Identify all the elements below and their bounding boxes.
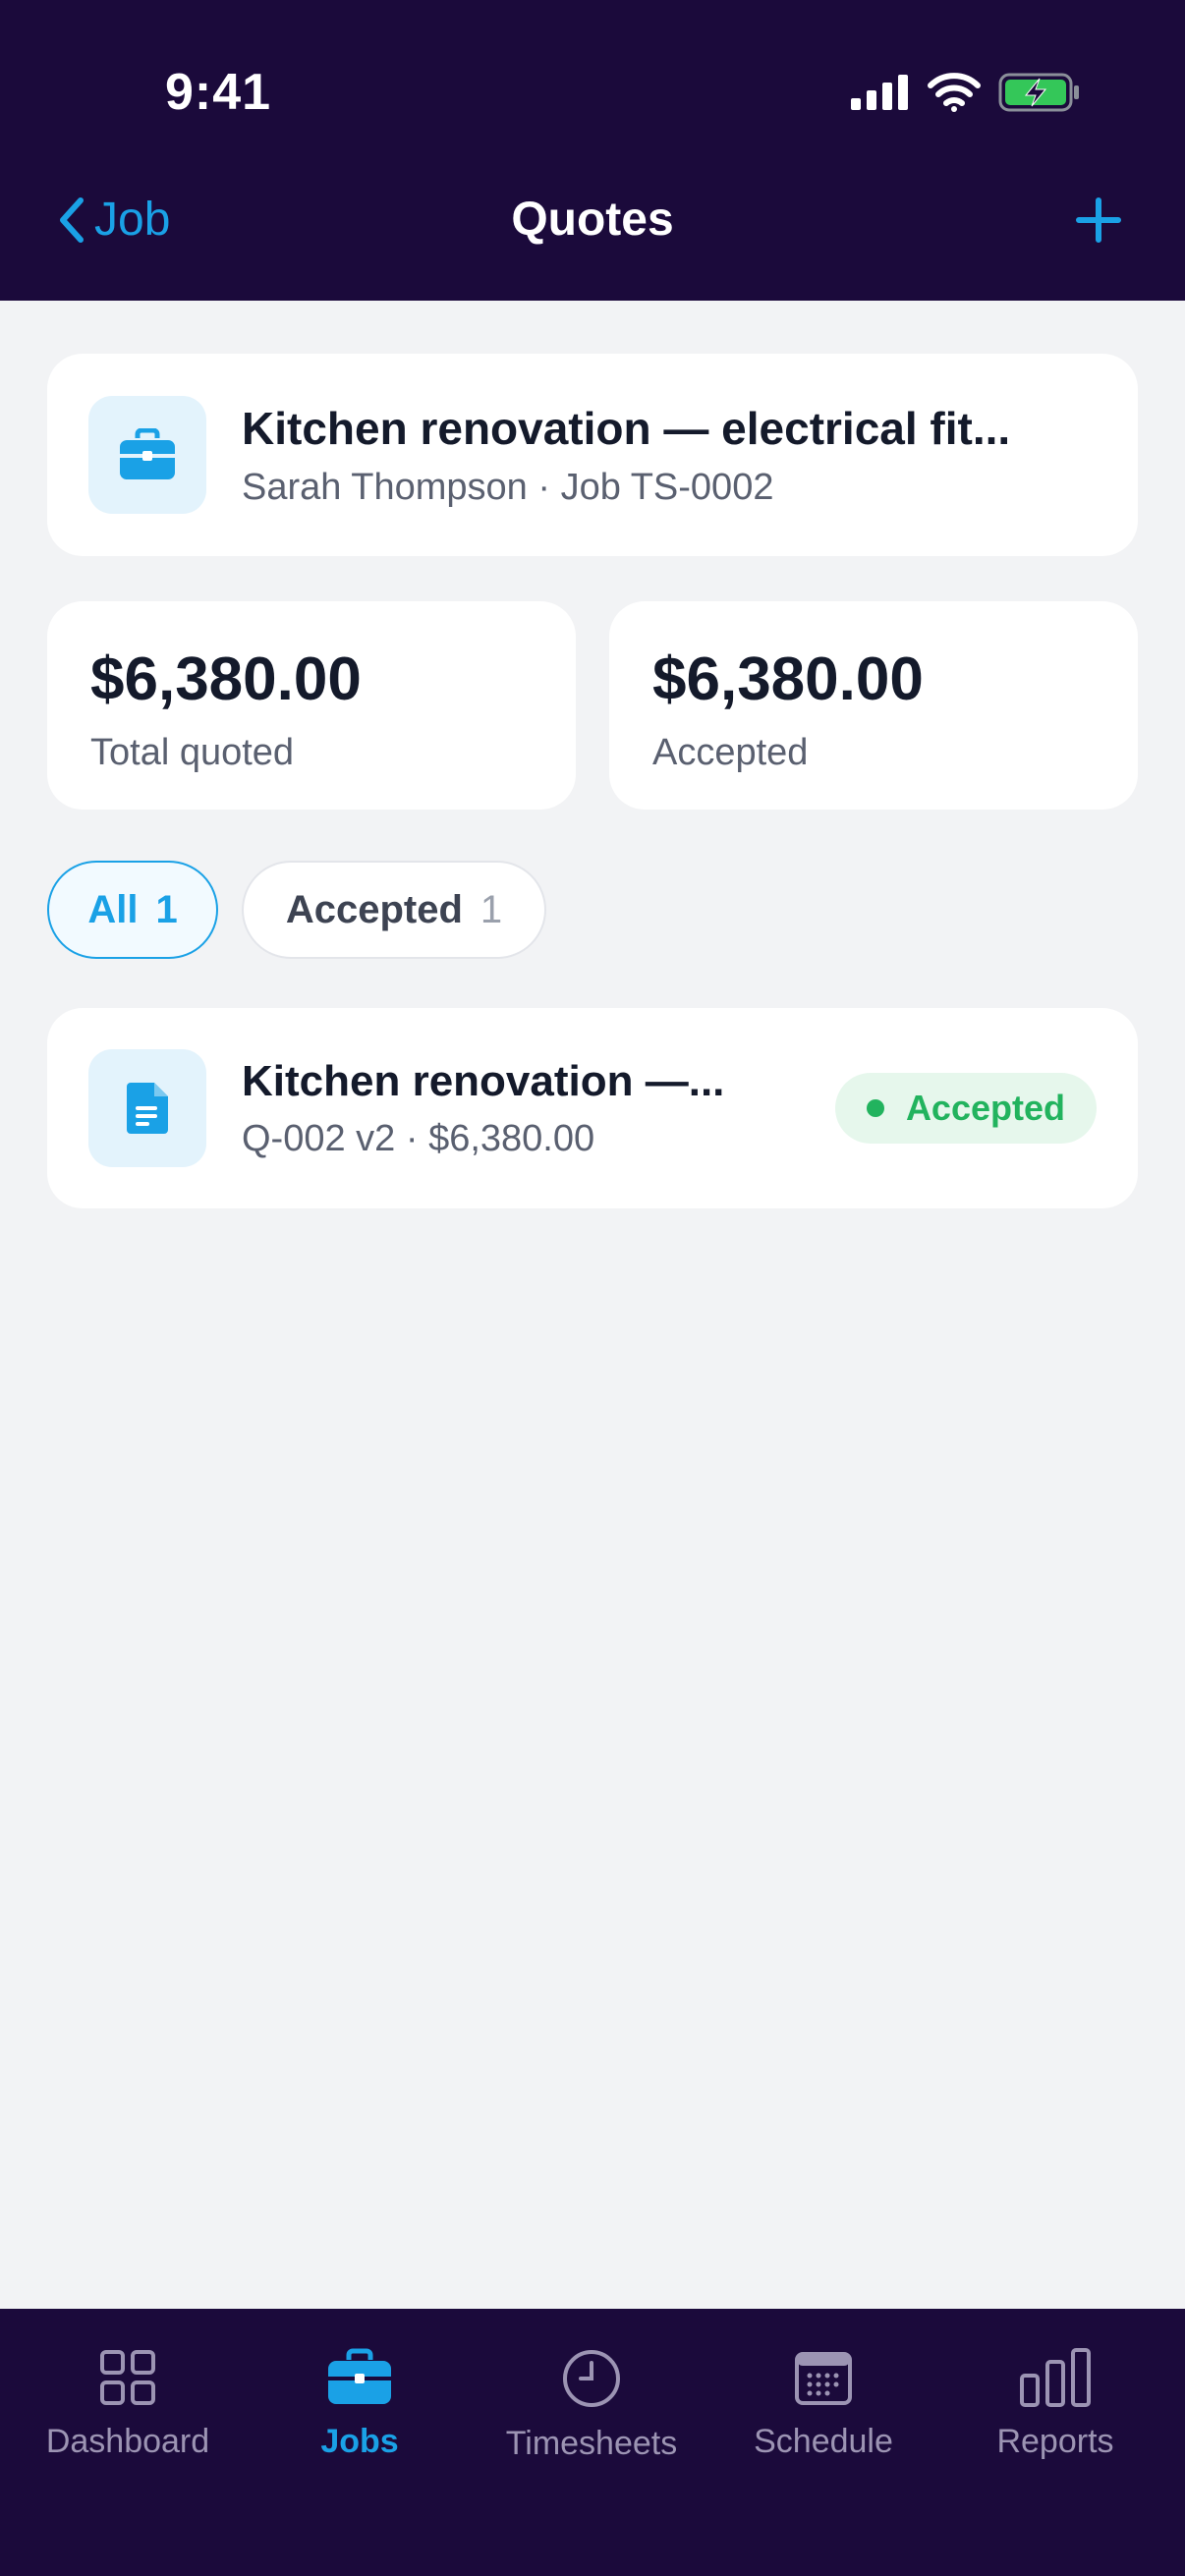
briefcase-icon (120, 428, 175, 479)
page-title: Quotes (511, 194, 674, 246)
bar-chart-icon (1020, 2348, 1091, 2407)
filter-chip-accepted[interactable]: Accepted 1 (242, 861, 546, 959)
total-quoted-label: Total quoted (90, 732, 295, 773)
tab-label: Timesheets (505, 2425, 678, 2462)
quote-icon-tile (88, 1049, 206, 1167)
calendar-icon (795, 2352, 852, 2405)
grid-icon (100, 2350, 155, 2405)
tab-reports[interactable]: Reports (939, 2348, 1171, 2461)
tab-label: Reports (996, 2423, 1114, 2460)
clock-icon (563, 2350, 620, 2407)
tab-timesheets[interactable]: Timesheets (476, 2348, 707, 2463)
plus-icon (1076, 197, 1121, 243)
briefcase-icon (328, 2348, 391, 2404)
total-quoted-card: $6,380.00 Total quoted (47, 601, 576, 810)
accepted-total-label: Accepted (652, 732, 809, 773)
filter-chip-count: 1 (480, 887, 503, 931)
job-summary-card[interactable]: Kitchen renovation — electrical fit... S… (47, 354, 1138, 556)
quote-meta: Q-002 v2 · $6,380.00 (242, 1117, 595, 1159)
status-icons (851, 73, 1081, 112)
total-quoted-value: $6,380.00 (90, 645, 362, 713)
add-quote-button[interactable] (1075, 196, 1122, 249)
filter-chip-label: All (87, 887, 139, 931)
tab-label: Dashboard (45, 2423, 210, 2460)
wifi-icon (928, 73, 981, 112)
job-title: Kitchen renovation — electrical fit... (242, 402, 1011, 454)
battery-charging-icon (998, 73, 1079, 112)
filter-chip-all[interactable]: All 1 (47, 861, 218, 959)
signal-icon (851, 75, 908, 110)
tab-jobs[interactable]: Jobs (244, 2348, 476, 2461)
status-badge-label: Accepted (905, 1088, 1065, 1128)
filter-chip-label: Accepted (285, 887, 463, 931)
job-text: Kitchen renovation — electrical fit... S… (242, 402, 1010, 509)
accepted-total-card: $6,380.00 Accepted (609, 601, 1138, 810)
status-badge: Accepted (834, 1073, 1097, 1144)
quote-list-item[interactable]: Kitchen renovation —... Q-002 v2 · $6,38… (47, 1008, 1138, 1208)
job-subtitle: Sarah Thompson · Job TS-0002 (242, 466, 774, 508)
tab-dashboard[interactable]: Dashboard (12, 2348, 244, 2461)
tab-schedule[interactable]: Schedule (707, 2348, 939, 2461)
status-time: 9:41 (165, 64, 272, 121)
tab-bar: Dashboard Jobs Timesheets Schedule Repor… (0, 2309, 1185, 2576)
tab-label: Jobs (320, 2423, 399, 2460)
quotes-screen: 9:41 Job Quotes Kitchen renovation — ele… (0, 0, 1185, 2576)
document-icon (127, 1083, 168, 1134)
filter-chip-count: 1 (155, 887, 178, 931)
status-dot-icon (866, 1099, 884, 1117)
quote-title: Kitchen renovation —... (242, 1056, 725, 1105)
accepted-total-value: $6,380.00 (652, 645, 924, 713)
tab-label: Schedule (754, 2423, 893, 2460)
job-icon-tile (88, 396, 206, 514)
header: 9:41 Job Quotes (0, 0, 1185, 301)
quote-text: Kitchen renovation —... Q-002 v2 · $6,38… (242, 1057, 753, 1160)
